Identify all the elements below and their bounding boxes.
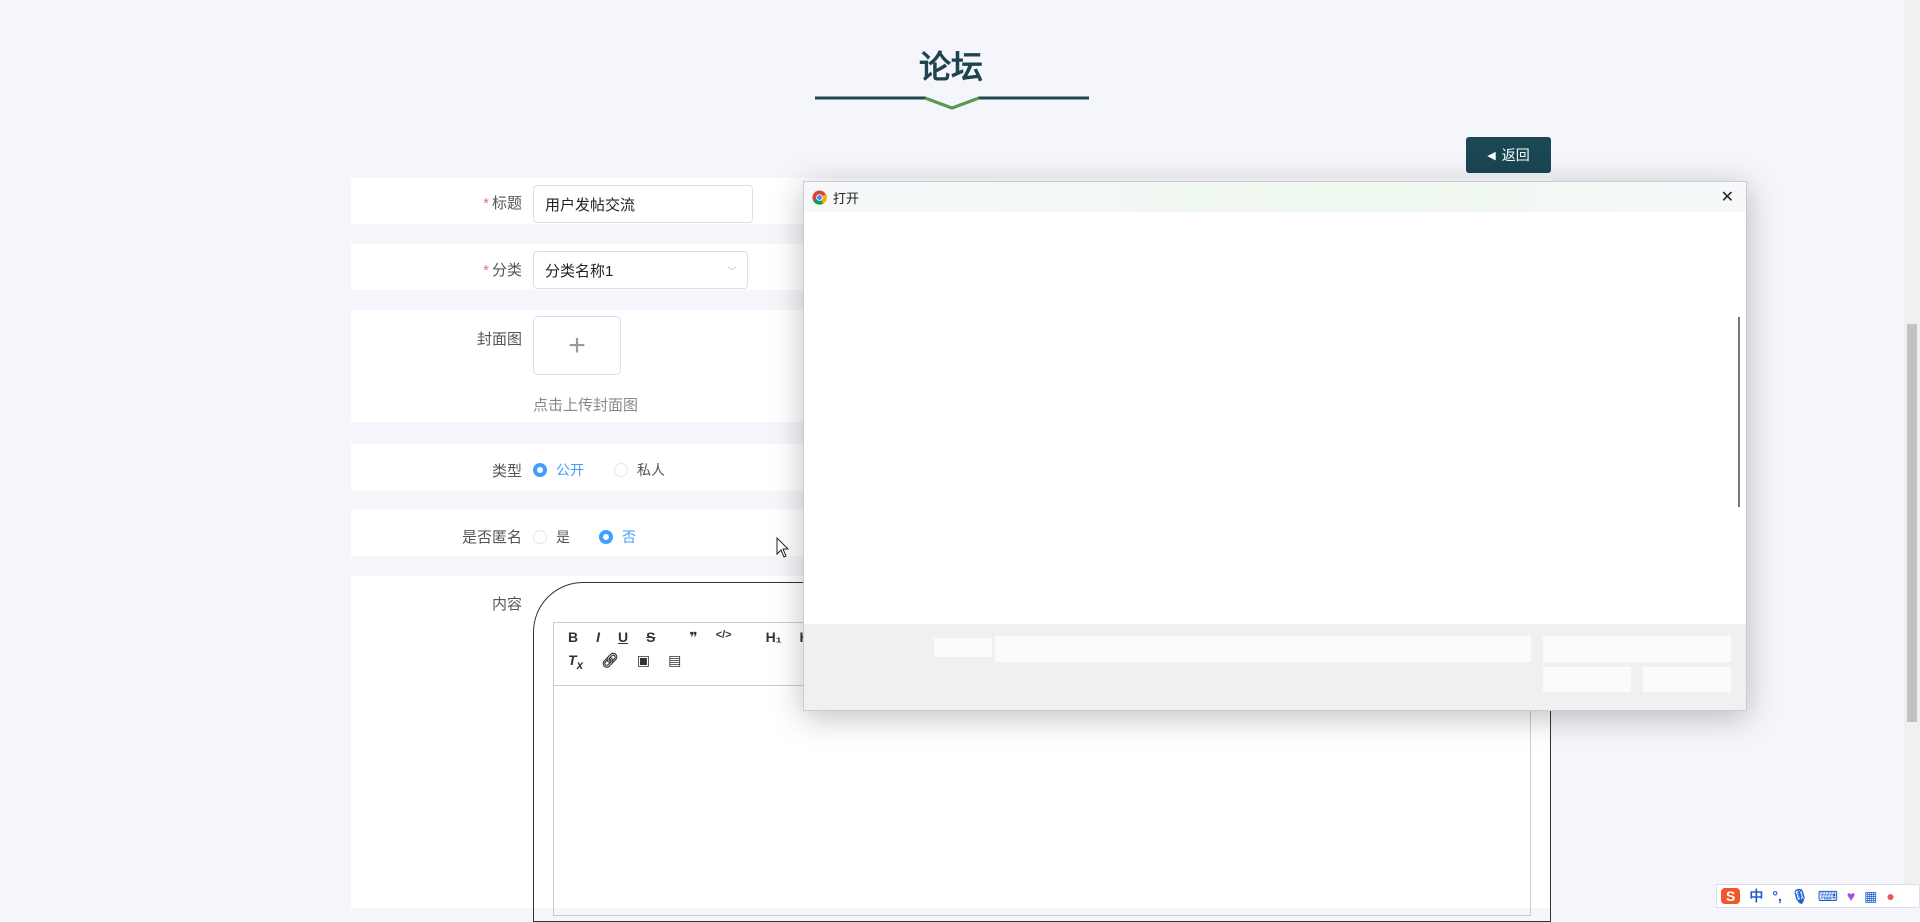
sogou-logo-icon: S bbox=[1721, 888, 1741, 904]
type-label: 类型 bbox=[491, 463, 522, 480]
filename-label bbox=[934, 638, 992, 657]
keyboard-icon[interactable]: ⌨︎ bbox=[1818, 888, 1838, 905]
blockquote-icon[interactable]: ❞ bbox=[689, 629, 697, 646]
plus-icon: + bbox=[568, 328, 586, 362]
ime-punct[interactable]: °, bbox=[1772, 888, 1782, 904]
image-icon[interactable]: ▣ bbox=[637, 652, 650, 672]
content-label: 内容 bbox=[491, 596, 522, 613]
apps-icon[interactable]: ▦ bbox=[1864, 888, 1877, 905]
title-label: 标题 bbox=[491, 195, 522, 212]
mouse-cursor-icon bbox=[776, 537, 790, 558]
radio-private[interactable]: 私人 bbox=[614, 460, 665, 480]
h1-icon[interactable]: H₁ bbox=[766, 629, 782, 646]
editor-content[interactable] bbox=[553, 686, 1531, 916]
open-button[interactable] bbox=[1543, 667, 1631, 692]
ime-toolbar: S 中 °, 🎙︎ ⌨︎ ♥ ▦ ● bbox=[1716, 884, 1920, 908]
title-underline bbox=[815, 96, 1089, 110]
scrollbar-thumb[interactable] bbox=[1907, 324, 1917, 722]
caret-left-icon: ◀ bbox=[1487, 149, 1496, 162]
chevron-down-icon: ﹀ bbox=[727, 266, 737, 278]
ime-lang[interactable]: 中 bbox=[1749, 886, 1763, 906]
clear-format-icon[interactable]: Tx bbox=[568, 652, 583, 672]
dialog-title: 打开 bbox=[833, 190, 860, 206]
dialog-scrollbar[interactable] bbox=[1738, 317, 1740, 507]
italic-icon[interactable]: I bbox=[596, 629, 600, 646]
upload-cover-button[interactable]: + bbox=[533, 316, 621, 375]
strike-icon[interactable]: S bbox=[646, 629, 655, 646]
radio-anon-no[interactable]: 否 bbox=[599, 527, 636, 547]
close-icon[interactable]: ✕ bbox=[1721, 187, 1734, 207]
category-select[interactable]: 分类名称1 ﹀ bbox=[533, 251, 748, 289]
file-open-dialog: 打开 ✕ bbox=[803, 181, 1747, 711]
mic-icon[interactable]: 🎙︎ bbox=[1791, 888, 1809, 905]
radio-anon-yes[interactable]: 是 bbox=[533, 527, 570, 547]
page-title: 论坛 bbox=[918, 49, 983, 85]
mascot-icon[interactable]: ● bbox=[1886, 888, 1894, 904]
cancel-button[interactable] bbox=[1643, 667, 1731, 692]
page-scrollbar[interactable] bbox=[1904, 0, 1920, 908]
link-icon[interactable]: 🔗︎ bbox=[601, 652, 619, 672]
bold-icon[interactable]: B bbox=[568, 629, 578, 646]
code-icon[interactable]: </> bbox=[716, 629, 732, 646]
underline-icon[interactable]: U bbox=[618, 629, 628, 646]
skin-icon[interactable]: ♥ bbox=[1847, 888, 1855, 904]
cover-label: 封面图 bbox=[476, 331, 522, 348]
back-button[interactable]: ◀ 返回 bbox=[1466, 137, 1551, 173]
video-icon[interactable]: ▤ bbox=[668, 652, 681, 672]
category-label: 分类 bbox=[491, 262, 522, 279]
anonymous-label: 是否匿名 bbox=[461, 529, 522, 546]
filename-input[interactable] bbox=[995, 636, 1531, 662]
filetype-select[interactable] bbox=[1543, 636, 1731, 662]
title-input[interactable]: 用户发帖交流 bbox=[533, 185, 753, 223]
radio-public[interactable]: 公开 bbox=[533, 460, 584, 480]
cover-hint: 点击上传封面图 bbox=[533, 397, 639, 414]
chrome-icon bbox=[812, 189, 827, 205]
dialog-titlebar: 打开 ✕ bbox=[804, 182, 1746, 212]
dialog-footer bbox=[804, 624, 1746, 710]
